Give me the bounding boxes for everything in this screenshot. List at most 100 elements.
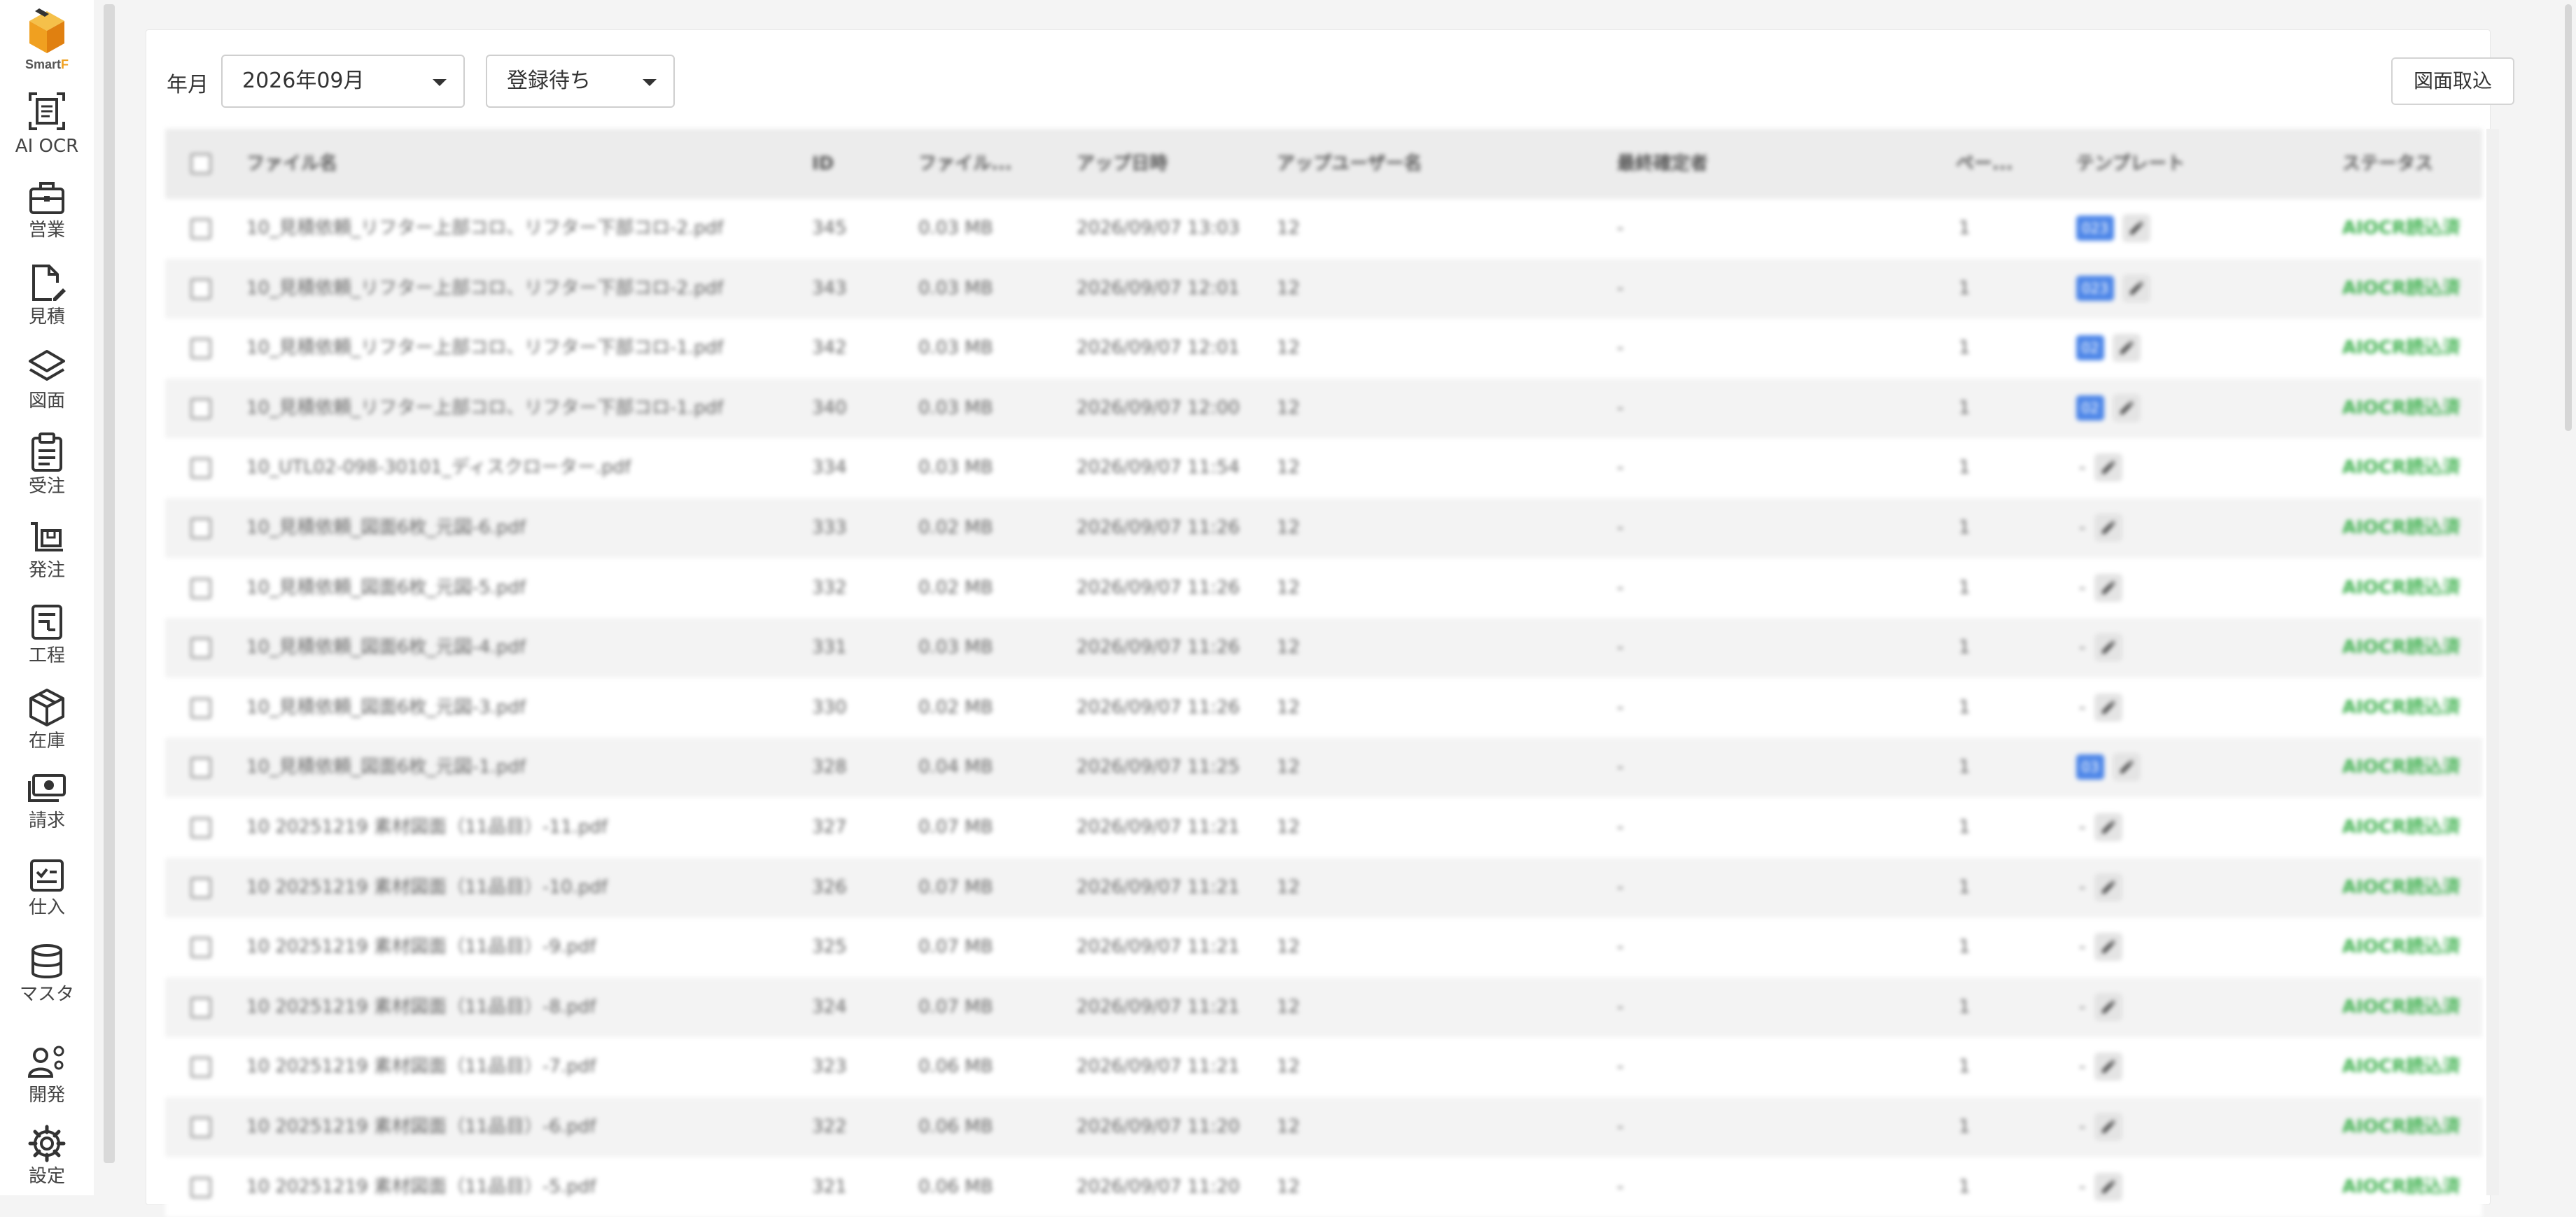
template-badge[interactable]: 023 (2076, 216, 2114, 241)
page-scrollbar[interactable] (2565, 4, 2572, 431)
select-all-checkbox[interactable] (190, 153, 211, 174)
table-row[interactable]: 10 20251219 素材図面（11品目）-9.pdf 325 0.07 MB 20… (165, 917, 2482, 978)
edit-template-button[interactable] (2122, 274, 2150, 302)
nav-item-inventory[interactable]: 在庫 (0, 687, 94, 764)
edit-template-button[interactable] (2094, 573, 2122, 602)
nav-item-drawings[interactable]: 図面 (0, 347, 94, 424)
cell-file-name[interactable]: 10_見積依頼_図面6枚_元図-1.pdf (246, 738, 526, 797)
cell-file-name[interactable]: 10 20251219 素材図面（11品目）-11.pdf (246, 798, 608, 857)
table-row[interactable]: 10_UTL02-098-30101_ディスクローター.pdf 334 0.03 M… (165, 438, 2482, 498)
row-checkbox[interactable] (190, 577, 211, 599)
sidebar-scrollbar[interactable] (104, 4, 115, 1163)
row-checkbox[interactable] (190, 1117, 211, 1138)
cell-file-name[interactable]: 10_見積依頼_リフター上部コロ、リフター下部コロ-1.pdf (246, 379, 723, 438)
nav-item-process[interactable]: 工程 (0, 602, 94, 679)
table-row[interactable]: 10 20251219 素材図面（11品目）-5.pdf 321 0.06 MB 20… (165, 1157, 2482, 1217)
status-select[interactable]: 登録待ち (486, 55, 675, 108)
table-row[interactable]: 10_見積依頼_リフター上部コロ、リフター下部コロ-2.pdf 345 0.03 M… (165, 199, 2482, 258)
import-drawing-button[interactable]: 図面取込 (2391, 57, 2514, 105)
table-row[interactable]: 10_見積依頼_リフター上部コロ、リフター下部コロ-1.pdf 340 0.03 M… (165, 378, 2482, 438)
column-header-upload-user[interactable]: アップユーザー名 (1277, 129, 1422, 199)
table-row[interactable]: 10_見積依頼_図面6枚_元図-5.pdf 332 0.02 MB 2026/09/0… (165, 558, 2482, 618)
nav-item-estimate[interactable]: 見積 (0, 262, 94, 339)
column-header-status[interactable]: ステータス (2342, 129, 2433, 199)
edit-template-button[interactable] (2122, 214, 2150, 242)
cell-file-name[interactable]: 10_見積依頼_図面6枚_元図-5.pdf (246, 558, 526, 618)
cell-file-name[interactable]: 10_見積依頼_図面6枚_元図-4.pdf (246, 618, 526, 677)
row-checkbox[interactable] (190, 1176, 211, 1198)
edit-template-button[interactable] (2094, 873, 2122, 901)
edit-template-button[interactable] (2094, 633, 2122, 662)
template-badge[interactable]: 02 (2076, 395, 2104, 421)
row-checkbox[interactable] (190, 338, 211, 360)
cell-file-name[interactable]: 10 20251219 素材図面（11品目）-5.pdf (246, 1158, 596, 1217)
edit-template-button[interactable] (2094, 813, 2122, 841)
nav-item-ai-ocr[interactable]: AI OCR (0, 90, 94, 167)
cell-file-name[interactable]: 10_見積依頼_リフター上部コロ、リフター下部コロ-2.pdf (246, 259, 723, 318)
row-checkbox[interactable] (190, 218, 211, 239)
nav-item-billing[interactable]: 請求 (0, 771, 94, 848)
template-badge[interactable]: 02 (2076, 335, 2104, 361)
column-header-template[interactable]: テンプレート (2076, 129, 2185, 199)
table-row[interactable]: 10_見積依頼_リフター上部コロ、リフター下部コロ-1.pdf 342 0.03 M… (165, 318, 2482, 379)
table-row[interactable]: 10_見積依頼_図面6枚_元図-6.pdf 333 0.02 MB 2026/09/0… (165, 498, 2482, 558)
nav-item-development[interactable]: 開発 (0, 1043, 94, 1120)
row-checkbox[interactable] (190, 1057, 211, 1078)
smartf-logo[interactable]: SmartF (13, 7, 81, 81)
edit-template-button[interactable] (2113, 334, 2141, 363)
column-header-id[interactable]: ID (812, 129, 834, 199)
row-checkbox[interactable] (190, 518, 211, 539)
edit-template-button[interactable] (2094, 1053, 2122, 1081)
cell-file-name[interactable]: 10 20251219 素材図面（11品目）-10.pdf (246, 858, 608, 917)
table-scrollbar[interactable] (2486, 129, 2499, 1195)
table-row[interactable]: 10 20251219 素材図面（11品目）-10.pdf 326 0.07 MB 2… (165, 857, 2482, 917)
row-checkbox[interactable] (190, 757, 211, 779)
nav-item-purchase-orders[interactable]: 発注 (0, 516, 94, 593)
column-header-final-confirmer[interactable]: 最終確定者 (1617, 129, 1708, 199)
cell-file-name[interactable]: 10_UTL02-098-30101_ディスクローター.pdf (246, 438, 631, 498)
edit-template-button[interactable] (2113, 393, 2141, 422)
row-checkbox[interactable] (190, 398, 211, 419)
template-badge[interactable]: 03 (2076, 754, 2104, 780)
cell-file-name[interactable]: 10 20251219 素材図面（11品目）-7.pdf (246, 1037, 596, 1097)
edit-template-button[interactable] (2094, 1172, 2122, 1201)
cell-file-name[interactable]: 10 20251219 素材図面（11品目）-9.pdf (246, 917, 596, 977)
nav-item-sales[interactable]: 営業 (0, 178, 94, 255)
edit-template-button[interactable] (2094, 1113, 2122, 1141)
table-row[interactable]: 10 20251219 素材図面（11品目）-7.pdf 323 0.06 MB 20… (165, 1037, 2482, 1097)
month-select[interactable]: 2026年09月 (221, 55, 465, 108)
cell-file-name[interactable]: 10 20251219 素材図面（11品目）-8.pdf (246, 978, 596, 1037)
cell-file-name[interactable]: 10_見積依頼_図面6枚_元図-6.pdf (246, 498, 526, 558)
row-checkbox[interactable] (190, 278, 211, 300)
cell-file-name[interactable]: 10_見積依頼_リフター上部コロ、リフター下部コロ-2.pdf (246, 199, 723, 258)
table-row[interactable]: 10 20251219 素材図面（11品目）-11.pdf 327 0.07 MB 2… (165, 798, 2482, 857)
edit-template-button[interactable] (2113, 753, 2141, 782)
table-row[interactable]: 10 20251219 素材図面（11品目）-6.pdf 322 0.06 MB 20… (165, 1097, 2482, 1157)
row-checkbox[interactable] (190, 877, 211, 899)
row-checkbox[interactable] (190, 458, 211, 479)
nav-item-master[interactable]: マスタ (0, 942, 94, 1019)
cell-file-name[interactable]: 10_見積依頼_リフター上部コロ、リフター下部コロ-1.pdf (246, 318, 723, 378)
column-header-file-size[interactable]: ファイル... (918, 129, 1012, 199)
table-row[interactable]: 10_見積依頼_図面6枚_元図-3.pdf 330 0.02 MB 2026/09/0… (165, 677, 2482, 738)
cell-file-name[interactable]: 10_見積依頼_図面6枚_元図-3.pdf (246, 678, 526, 738)
edit-template-button[interactable] (2094, 992, 2122, 1021)
column-header-upload-date[interactable]: アップ日時 (1077, 129, 1168, 199)
table-row[interactable]: 10_見積依頼_図面6枚_元図-1.pdf 328 0.04 MB 2026/09/0… (165, 738, 2482, 798)
nav-item-orders-received[interactable]: 受注 (0, 431, 94, 508)
edit-template-button[interactable] (2094, 693, 2122, 722)
cell-file-name[interactable]: 10 20251219 素材図面（11品目）-6.pdf (246, 1097, 596, 1157)
table-row[interactable]: 10_見積依頼_リフター上部コロ、リフター下部コロ-2.pdf 343 0.03 M… (165, 258, 2482, 318)
table-row[interactable]: 10_見積依頼_図面6枚_元図-4.pdf 331 0.03 MB 2026/09/0… (165, 618, 2482, 678)
edit-template-button[interactable] (2094, 514, 2122, 542)
template-badge[interactable]: 023 (2076, 275, 2114, 301)
row-checkbox[interactable] (190, 937, 211, 959)
edit-template-button[interactable] (2094, 933, 2122, 962)
column-header-pages[interactable]: ペー... (1956, 129, 2013, 199)
edit-template-button[interactable] (2094, 453, 2122, 482)
row-checkbox[interactable] (190, 638, 211, 659)
table-row[interactable]: 10 20251219 素材図面（11品目）-8.pdf 324 0.07 MB 20… (165, 977, 2482, 1037)
row-checkbox[interactable] (190, 817, 211, 838)
nav-item-settings[interactable]: 設定 (0, 1124, 94, 1201)
nav-item-purchasing[interactable]: 仕入 (0, 857, 94, 934)
